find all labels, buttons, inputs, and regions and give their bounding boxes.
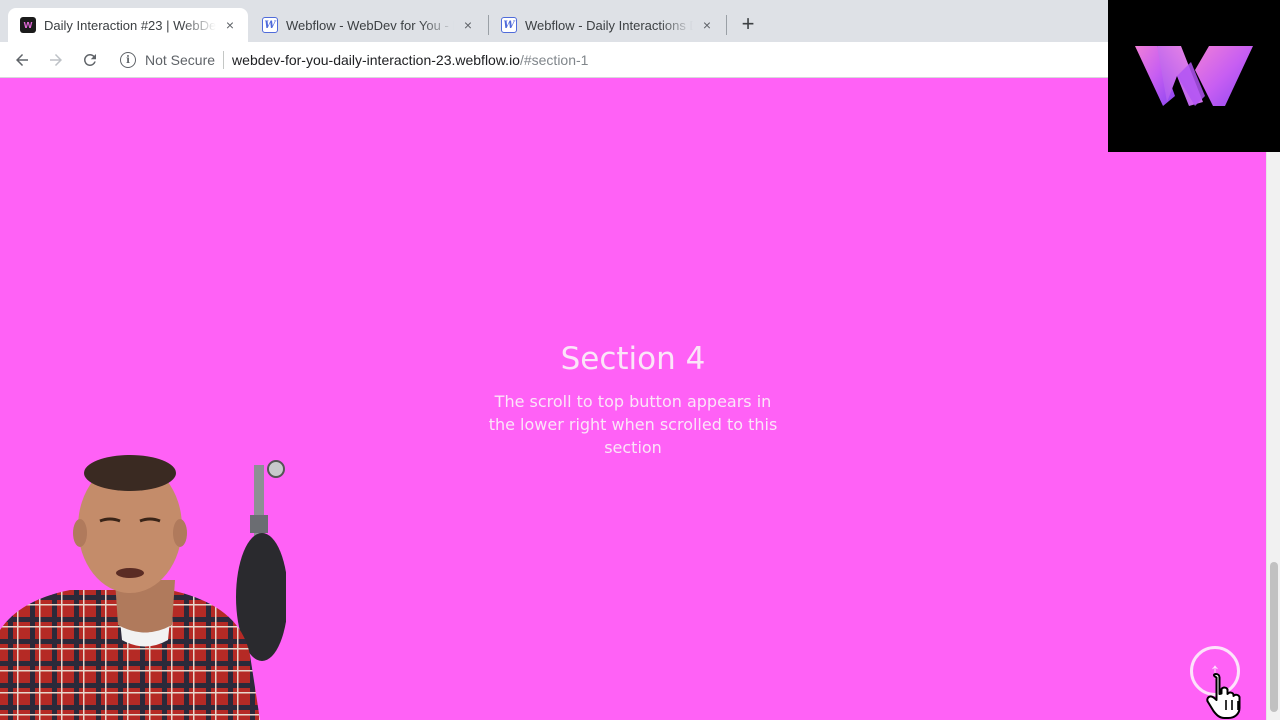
url-host: webdev-for-you-daily-interaction-23.webf…: [232, 52, 520, 68]
back-arrow-icon: [16, 53, 28, 66]
browser-toolbar: i Not Secure webdev-for-you-daily-intera…: [0, 42, 1110, 78]
omnibox-divider: [223, 51, 225, 69]
presenter-video-image: [0, 455, 286, 720]
back-button[interactable]: [10, 48, 34, 72]
tab-title: Daily Interaction #23 | WebDev for You: [44, 17, 216, 33]
webdev-logo-overlay: [1108, 0, 1280, 152]
section-description: The scroll to top button appears in the …: [488, 392, 778, 457]
tab-close-icon[interactable]: ×: [460, 17, 476, 33]
browser-tab-strip: w Daily Interaction #23 | WebDev for You…: [0, 0, 1110, 42]
tab-daily-interaction[interactable]: w Daily Interaction #23 | WebDev for You…: [8, 8, 248, 42]
tab-close-icon[interactable]: ×: [699, 17, 715, 33]
webdev-logo-icon: w: [20, 17, 36, 33]
tab-webflow-webdev[interactable]: W Webflow - WebDev for You - Daily ×: [250, 8, 486, 42]
url-fragment: /#section-1: [519, 52, 589, 68]
tab-title: Webflow - WebDev for You - Daily: [286, 17, 454, 33]
info-icon[interactable]: i: [120, 52, 136, 68]
new-tab-button[interactable]: +: [736, 11, 760, 36]
tab-close-icon[interactable]: ×: [222, 17, 238, 33]
tab-separator: [726, 15, 727, 35]
webflow-w-icon: W: [262, 17, 278, 33]
webdev-w-logo-icon: [1135, 46, 1253, 106]
section-title: Section 4: [560, 341, 706, 377]
webcam-overlay: [0, 455, 286, 720]
security-label: Not Secure: [145, 52, 216, 68]
scrollbar-thumb[interactable]: [1270, 562, 1278, 712]
page-scrollbar[interactable]: [1266, 152, 1280, 720]
address-bar[interactable]: i Not Secure webdev-for-you-daily-intera…: [112, 47, 1110, 73]
webflow-w-icon: W: [501, 17, 517, 33]
reload-button[interactable]: [78, 48, 102, 72]
hand-pointer-cursor-icon: [1206, 673, 1241, 719]
reload-icon: [83, 53, 96, 66]
tab-webflow-dashboard[interactable]: W Webflow - Daily Interactions Dashboard…: [489, 8, 725, 42]
forward-button[interactable]: [44, 48, 68, 72]
tab-title: Webflow - Daily Interactions Dashboard: [525, 17, 693, 33]
forward-arrow-icon: [50, 53, 62, 66]
